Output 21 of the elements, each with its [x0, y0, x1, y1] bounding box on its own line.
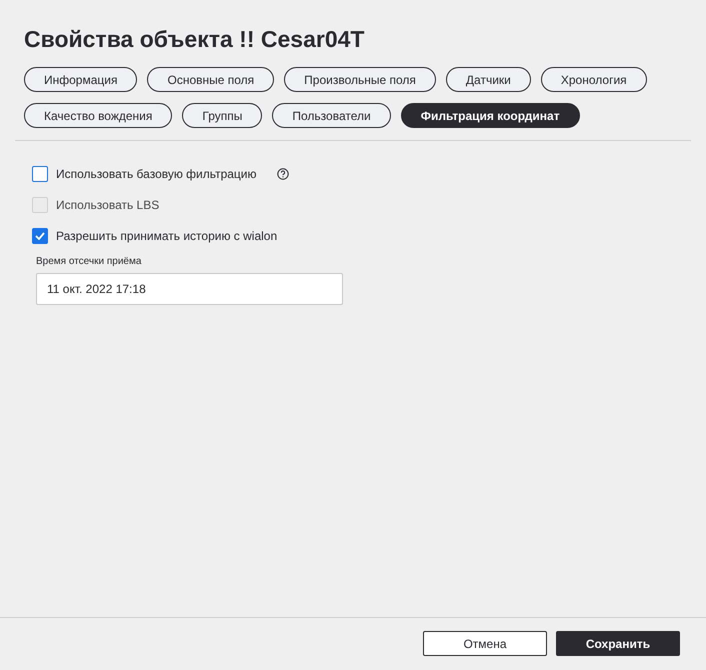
- tab[interactable]: Пользователи: [272, 103, 391, 128]
- tab[interactable]: Группы: [182, 103, 262, 128]
- save-button[interactable]: Сохранить: [556, 631, 680, 656]
- tab[interactable]: Произвольные поля: [284, 67, 436, 92]
- tab[interactable]: Основные поля: [147, 67, 274, 92]
- checkbox-label: Использовать базовую фильтрацию: [56, 166, 256, 183]
- date-field[interactable]: 11 окт. 2022 17:18: [36, 273, 343, 305]
- checkbox[interactable]: [32, 166, 48, 182]
- help-icon[interactable]: [276, 168, 288, 180]
- tab[interactable]: Информация: [24, 67, 138, 92]
- tab[interactable]: Фильтрация координат: [400, 103, 580, 128]
- checkbox[interactable]: [32, 228, 48, 244]
- field-label: Время отсечки приёма: [36, 255, 142, 269]
- tab[interactable]: Качество вождения: [24, 103, 172, 128]
- checkbox-label: Разрешить принимать историю с wialon: [56, 228, 278, 245]
- dialog-title: Свойства объекта !! Cesar04T: [24, 28, 366, 51]
- tab[interactable]: Датчики: [446, 67, 531, 92]
- checkbox-label: Использовать LBS: [56, 197, 160, 214]
- tab[interactable]: Хронология: [540, 67, 647, 92]
- check-icon: [35, 232, 45, 240]
- cancel-button[interactable]: Отмена: [423, 631, 547, 656]
